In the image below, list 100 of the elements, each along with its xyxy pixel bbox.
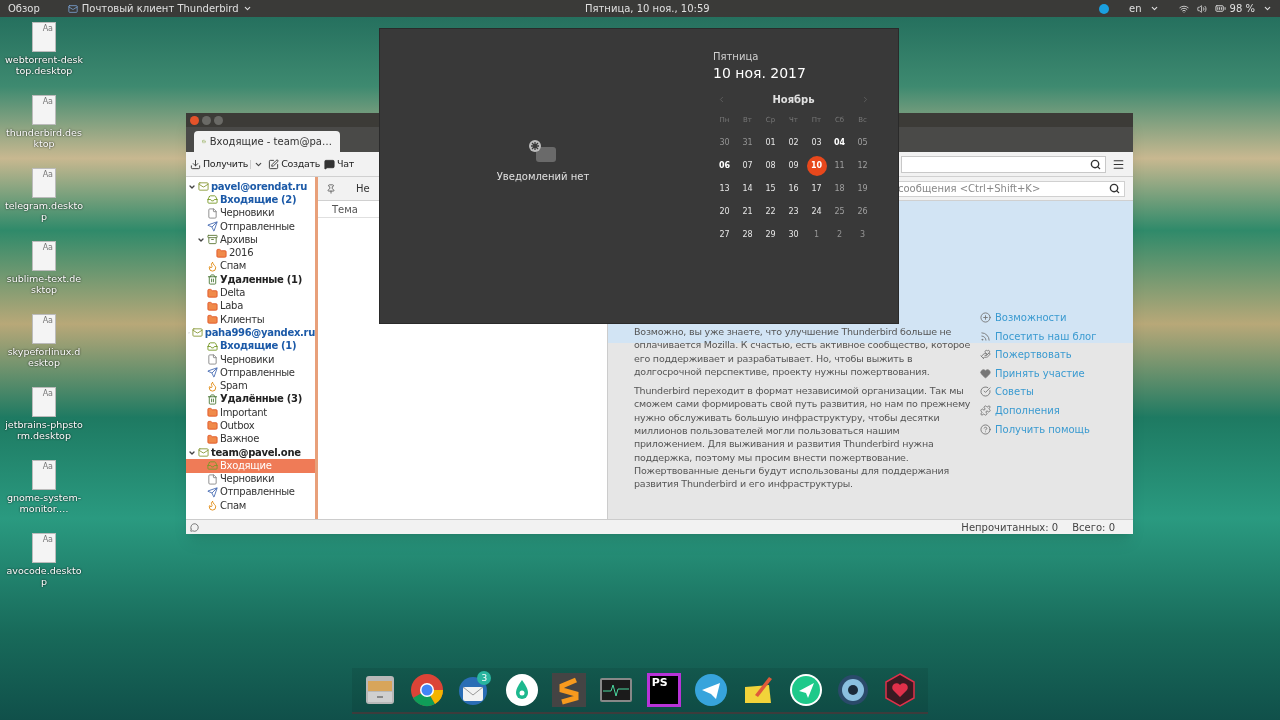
overview-button[interactable]: Обзор xyxy=(8,1,40,16)
day-cell[interactable]: 30 xyxy=(714,133,735,153)
folder-item[interactable]: Черновики xyxy=(186,352,315,367)
pin-icon[interactable] xyxy=(326,183,336,194)
heart-icon[interactable] xyxy=(883,673,918,707)
caret-icon xyxy=(1149,4,1159,13)
unread-filter-button[interactable]: Не xyxy=(356,181,370,196)
folder-item[interactable]: Outbox xyxy=(186,419,315,433)
folder-item[interactable]: Отправленные xyxy=(186,219,315,234)
day-cell[interactable]: 01 xyxy=(760,133,781,153)
day-cell[interactable]: 04 xyxy=(829,133,850,153)
day-cell[interactable]: 10 xyxy=(806,156,827,176)
close-button[interactable] xyxy=(190,115,199,125)
day-cell[interactable]: 11 xyxy=(829,156,850,176)
day-cell[interactable]: 17 xyxy=(806,179,827,199)
search-field[interactable] xyxy=(901,155,1106,173)
document-icon[interactable]: Aa xyxy=(32,241,56,271)
day-cell[interactable]: 21 xyxy=(737,202,758,222)
folder-item[interactable]: 2016 xyxy=(186,246,315,260)
document-icon[interactable]: Aa xyxy=(32,314,56,344)
folder-item[interactable]: Спам xyxy=(186,499,315,513)
paper-plane-icon[interactable] xyxy=(693,673,728,707)
day-cell[interactable]: 12 xyxy=(852,156,873,176)
day-cell[interactable]: 14 xyxy=(737,179,758,199)
zigzag-icon[interactable] xyxy=(551,673,586,707)
round-logo-icon[interactable] xyxy=(410,673,444,707)
chat-button[interactable]: Чат xyxy=(322,156,357,172)
document-icon[interactable]: Aa xyxy=(32,168,56,198)
document-icon[interactable]: Aa xyxy=(32,533,56,563)
day-cell[interactable]: 20 xyxy=(714,202,735,222)
folder-item[interactable]: Отправленные xyxy=(186,485,315,500)
app-menu-button[interactable]: Почтовый клиент Thunderbird xyxy=(81,1,239,16)
get-mail-button[interactable]: Получить xyxy=(188,156,251,172)
folder-item[interactable]: Входящие (1) xyxy=(186,339,315,353)
day-cell[interactable]: 28 xyxy=(737,225,758,245)
day-cell[interactable]: 26 xyxy=(852,202,873,222)
write-button[interactable]: Создать xyxy=(266,156,323,172)
document-icon[interactable]: Aa xyxy=(32,22,56,52)
paper-plane-icon[interactable] xyxy=(788,673,823,707)
folder-item[interactable]: Delta xyxy=(186,286,315,300)
folder-item[interactable]: Important xyxy=(186,406,315,420)
folder-item[interactable]: team@pavel.one xyxy=(186,445,315,460)
folder-item[interactable]: Отправленные xyxy=(186,366,315,380)
day-cell[interactable]: 13 xyxy=(714,179,735,199)
day-cell[interactable]: 06 xyxy=(714,156,735,176)
day-cell[interactable]: 15 xyxy=(760,179,781,199)
folder-item[interactable]: Архивы xyxy=(186,233,315,247)
mail-tab[interactable]: Входящие - team@pa… xyxy=(194,131,340,152)
day-cell[interactable]: 22 xyxy=(760,202,781,222)
file-label[interactable]: gnome-system-monitor.… xyxy=(5,492,83,514)
day-cell[interactable]: 03 xyxy=(806,133,827,153)
day-cell[interactable]: 3 xyxy=(852,225,873,245)
page-icon xyxy=(207,473,218,485)
day-cell[interactable]: 25 xyxy=(829,202,850,222)
folder-item[interactable]: Входящие (2) xyxy=(186,193,315,207)
day-cell[interactable]: 02 xyxy=(783,133,804,153)
day-cell[interactable]: 2 xyxy=(829,225,850,245)
file-label[interactable]: jetbrains-phpstorm.desktop xyxy=(5,419,83,441)
battery-icon[interactable] xyxy=(1214,3,1226,14)
skype-tray-icon[interactable] xyxy=(1099,3,1110,14)
folder-item[interactable]: Spam xyxy=(186,379,315,393)
folder-item[interactable]: Черновики xyxy=(186,206,315,220)
day-cell[interactable]: 05 xyxy=(852,133,873,153)
day-cell[interactable]: 19 xyxy=(852,179,873,199)
day-cell[interactable]: 1 xyxy=(806,225,827,245)
day-cell[interactable]: 29 xyxy=(760,225,781,245)
file-label[interactable]: webtorrent-desktop.desktop xyxy=(5,54,83,76)
clock-button[interactable]: Пятница, 10 ноя., 10:59 xyxy=(585,1,710,16)
folder-item[interactable]: Удаленные (1) xyxy=(186,273,315,287)
trash-icon xyxy=(207,393,218,405)
file-label[interactable]: telegram.desktop xyxy=(5,200,83,222)
day-cell[interactable]: 16 xyxy=(783,179,804,199)
folder-item[interactable]: Черновики xyxy=(186,472,315,486)
folder-item[interactable]: Laba xyxy=(186,299,315,313)
document-icon[interactable]: Aa xyxy=(32,95,56,125)
file-label[interactable]: avocode.desktop xyxy=(5,565,83,587)
day-cell[interactable]: 23 xyxy=(783,202,804,222)
menu-icon[interactable] xyxy=(1112,157,1125,171)
folder-item[interactable]: Важное xyxy=(186,432,315,446)
network-icon[interactable] xyxy=(1178,3,1189,14)
day-cell[interactable]: 18 xyxy=(829,179,850,199)
document-icon[interactable]: Aa xyxy=(32,387,56,417)
day-cell[interactable]: 07 xyxy=(737,156,758,176)
folder-item[interactable]: paha996@yandex.ru xyxy=(186,326,315,340)
day-cell[interactable]: 08 xyxy=(760,156,781,176)
volume-icon[interactable] xyxy=(1196,3,1207,14)
day-cell[interactable]: 31 xyxy=(737,133,758,153)
folder-item[interactable]: Клиенты xyxy=(186,312,315,327)
document-icon[interactable]: Aa xyxy=(32,460,56,490)
drop-icon[interactable] xyxy=(504,673,539,707)
folder-item[interactable]: Удалённые (3) xyxy=(186,392,315,407)
aperture-icon[interactable] xyxy=(835,673,870,707)
language-indicator[interactable]: en xyxy=(1129,1,1142,16)
folder-item[interactable]: Спам xyxy=(186,259,315,274)
ps-logo-icon[interactable]: PS xyxy=(646,673,681,707)
day-cell[interactable]: 09 xyxy=(783,156,804,176)
day-cell[interactable]: 27 xyxy=(714,225,735,245)
day-cell[interactable]: 30 xyxy=(783,225,804,245)
day-cell[interactable]: 24 xyxy=(806,202,827,222)
folder-item[interactable]: pavel@orendat.ru xyxy=(186,180,315,194)
